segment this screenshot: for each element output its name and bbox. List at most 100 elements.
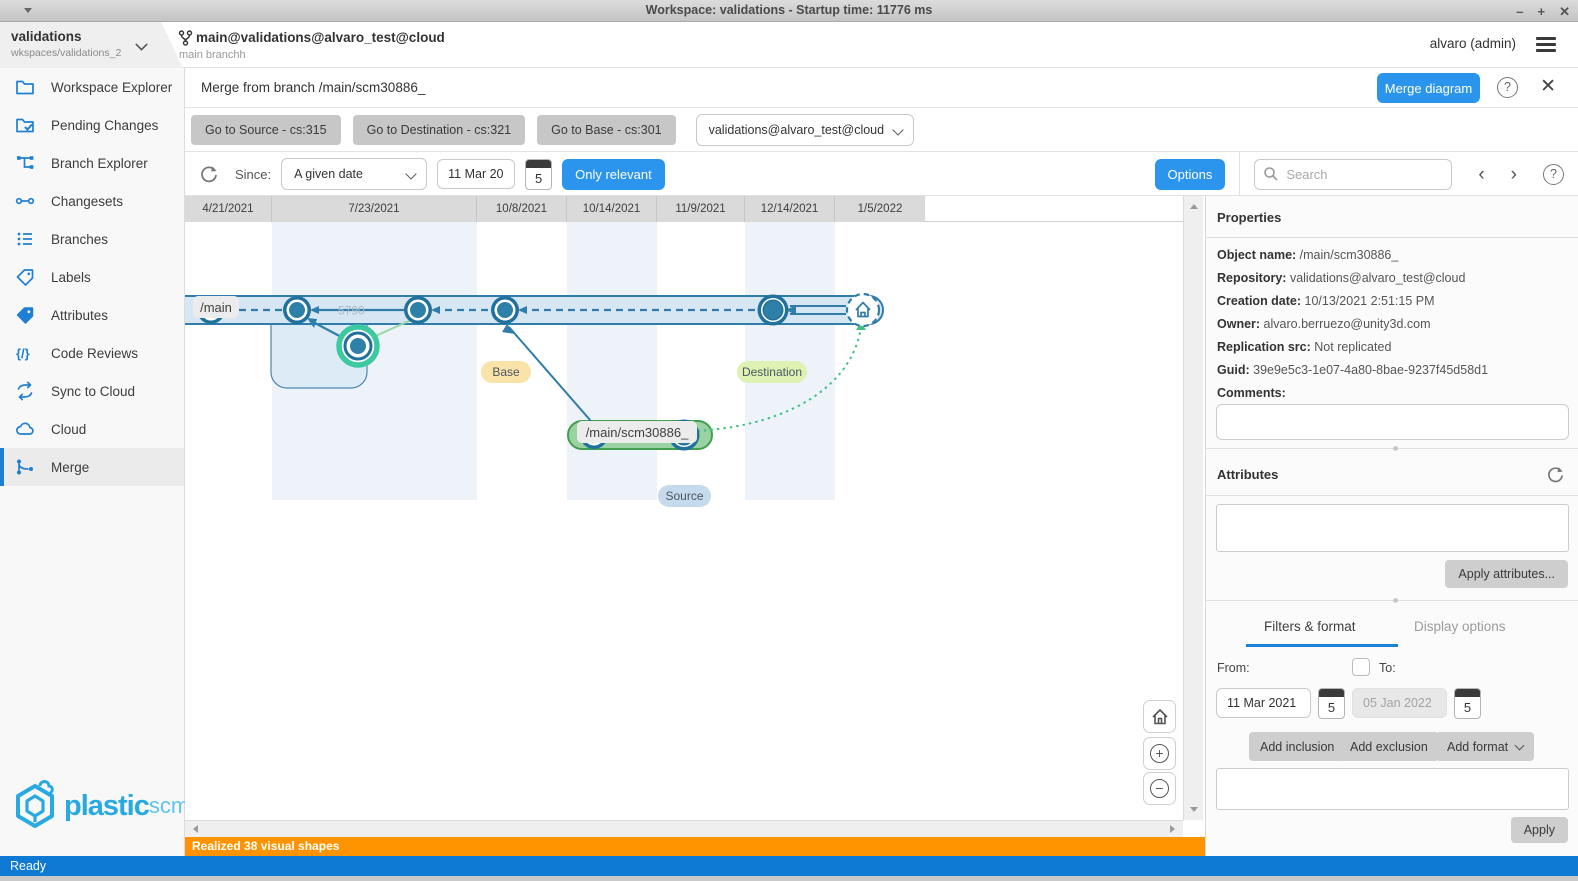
vertical-scrollbar[interactable] xyxy=(1183,196,1203,820)
sidebar-item-branch-explorer[interactable]: Branch Explorer xyxy=(0,144,184,182)
property-row: Repository: validations@alvaro_test@clou… xyxy=(1217,271,1569,285)
only-relevant-button[interactable]: Only relevant xyxy=(562,159,665,190)
add-exclusion-button[interactable]: Add exclusion xyxy=(1339,732,1439,761)
plasticscm-logo: plastic scm xyxy=(10,780,189,832)
hamburger-menu-icon[interactable] xyxy=(1536,37,1556,52)
workspace-selector[interactable]: validations wkspaces/validations_2 xyxy=(0,22,183,68)
tab-display-options[interactable]: Display options xyxy=(1414,619,1506,634)
add-format-button[interactable]: Add format xyxy=(1436,732,1534,761)
calendar-picker[interactable]: 5 xyxy=(525,159,552,190)
timeline-date: 1/5/2022 xyxy=(835,196,925,222)
source-branch-label[interactable]: /main/scm30886_ xyxy=(577,421,697,443)
attributes-list-box[interactable] xyxy=(1216,504,1569,552)
branch-diagram-canvas[interactable]: 5790 /main /main/scm30886_ xyxy=(185,222,1183,820)
scroll-left-icon[interactable] xyxy=(193,825,198,833)
merge-diagram-button[interactable]: Merge diagram xyxy=(1377,73,1480,103)
user-label: alvaro (admin) xyxy=(1430,36,1516,51)
base-marker-label: Base xyxy=(481,361,531,383)
sidebar-item-merge[interactable]: Merge xyxy=(0,448,184,486)
diagram-home-button[interactable] xyxy=(1143,700,1176,733)
logo-suffix: scm xyxy=(149,793,189,819)
search-field[interactable] xyxy=(1254,159,1452,190)
panel-splitter[interactable] xyxy=(1206,600,1578,601)
branch-icon xyxy=(178,30,193,46)
scroll-down-icon[interactable] xyxy=(1190,807,1198,812)
active-branch-subtitle: main branchh xyxy=(179,49,246,61)
next-match-icon[interactable]: › xyxy=(1511,165,1517,184)
maximize-button[interactable]: + xyxy=(1538,5,1546,18)
main-branch-label[interactable]: /main xyxy=(193,296,239,318)
sidebar-item-sync-to-cloud[interactable]: Sync to Cloud xyxy=(0,372,184,410)
options-button[interactable]: Options xyxy=(1155,159,1226,190)
changeset-node-destination[interactable] xyxy=(758,295,789,326)
changeset-node[interactable] xyxy=(283,296,311,324)
svg-text:{/}: {/} xyxy=(16,346,30,361)
sidebar-item-branches[interactable]: Branches xyxy=(0,220,184,258)
workspace-name: validations xyxy=(11,29,82,44)
from-calendar-picker[interactable]: 5 xyxy=(1318,688,1345,719)
chevron-down-icon xyxy=(1515,740,1525,750)
zoom-out-button[interactable]: − xyxy=(1143,772,1176,805)
property-row: Replication src: Not replicated xyxy=(1217,340,1569,354)
to-label: To: xyxy=(1379,661,1396,675)
sidebar-item-code-reviews[interactable]: {/} Code Reviews xyxy=(0,334,184,372)
sidebar-item-labels[interactable]: Labels xyxy=(0,258,184,296)
minimize-button[interactable]: – xyxy=(1516,5,1523,18)
goto-destination-button[interactable]: Go to Destination - cs:321 xyxy=(353,115,526,145)
cloud-icon xyxy=(15,419,35,439)
window-close-button[interactable]: ✕ xyxy=(1559,5,1570,18)
branch-diagram-area: 4/21/2021 7/23/2021 10/8/2021 10/14/2021… xyxy=(185,196,1205,856)
zoom-in-button[interactable]: + xyxy=(1143,737,1176,770)
scroll-right-icon[interactable] xyxy=(1170,825,1175,833)
apply-filters-button[interactable]: Apply xyxy=(1511,817,1568,843)
apply-attributes-button[interactable]: Apply attributes... xyxy=(1445,560,1568,588)
chevron-down-icon xyxy=(135,38,147,50)
to-calendar-picker[interactable]: 5 xyxy=(1454,688,1481,719)
sidebar-item-changesets[interactable]: Changesets xyxy=(0,182,184,220)
comments-label: Comments: xyxy=(1217,386,1569,400)
changesets-icon xyxy=(15,191,35,211)
filter-to-date-input[interactable] xyxy=(1352,688,1447,718)
search-input[interactable] xyxy=(1286,167,1436,182)
sync-arrows-icon xyxy=(15,381,35,401)
to-checkbox[interactable] xyxy=(1352,658,1370,676)
toolbar-help-icon[interactable]: ? xyxy=(1543,164,1564,185)
changeset-node-selected[interactable] xyxy=(339,327,377,365)
branch-tree-icon xyxy=(15,153,35,173)
since-mode-dropdown[interactable]: A given date xyxy=(281,158,427,190)
refresh-icon[interactable] xyxy=(199,164,219,184)
since-date-input[interactable] xyxy=(437,159,515,189)
horizontal-scrollbar[interactable] xyxy=(185,820,1183,837)
help-icon[interactable]: ? xyxy=(1497,77,1518,98)
sidebar-item-attributes[interactable]: Attributes xyxy=(0,296,184,334)
add-inclusion-button[interactable]: Add inclusion xyxy=(1249,732,1345,761)
search-icon xyxy=(1263,166,1279,182)
changeset-node-base[interactable] xyxy=(491,296,519,324)
tag-icon xyxy=(15,267,35,287)
comments-textarea[interactable] xyxy=(1216,404,1569,440)
diagram-status-banner: Realized 38 visual shapes xyxy=(185,837,1205,856)
scroll-up-icon[interactable] xyxy=(1190,204,1198,209)
prev-match-icon[interactable]: ‹ xyxy=(1478,165,1484,184)
close-view-icon[interactable]: ✕ xyxy=(1540,75,1556,98)
window-title-bar: Workspace: validations - Startup time: 1… xyxy=(0,0,1578,22)
filter-rules-box[interactable] xyxy=(1216,768,1569,810)
property-row: Owner: alvaro.berruezo@unity3d.com xyxy=(1217,317,1569,331)
working-copy-home-node[interactable] xyxy=(847,294,879,326)
panel-splitter[interactable] xyxy=(1206,448,1578,449)
filter-from-date-input[interactable] xyxy=(1216,688,1311,718)
repository-selector[interactable]: validations@alvaro_test@cloud xyxy=(696,114,914,146)
workspace-path: wkspaces/validations_2 xyxy=(11,47,121,59)
tab-filters-format[interactable]: Filters & format xyxy=(1264,619,1356,634)
goto-base-button[interactable]: Go to Base - cs:301 xyxy=(537,115,675,145)
logo-text: plastic xyxy=(64,790,149,823)
sidebar-item-workspace-explorer[interactable]: Workspace Explorer xyxy=(0,68,184,106)
sidebar-item-cloud[interactable]: Cloud xyxy=(0,410,184,448)
goto-source-button[interactable]: Go to Source - cs:315 xyxy=(191,115,341,145)
timeline-date: 10/14/2021 xyxy=(567,196,657,222)
property-row: Creation date: 10/13/2021 2:51:15 PM xyxy=(1217,294,1569,308)
changeset-node[interactable] xyxy=(404,296,432,324)
folder-icon xyxy=(15,77,35,97)
sidebar-item-pending-changes[interactable]: Pending Changes xyxy=(0,106,184,144)
refresh-attributes-icon[interactable] xyxy=(1546,465,1565,484)
